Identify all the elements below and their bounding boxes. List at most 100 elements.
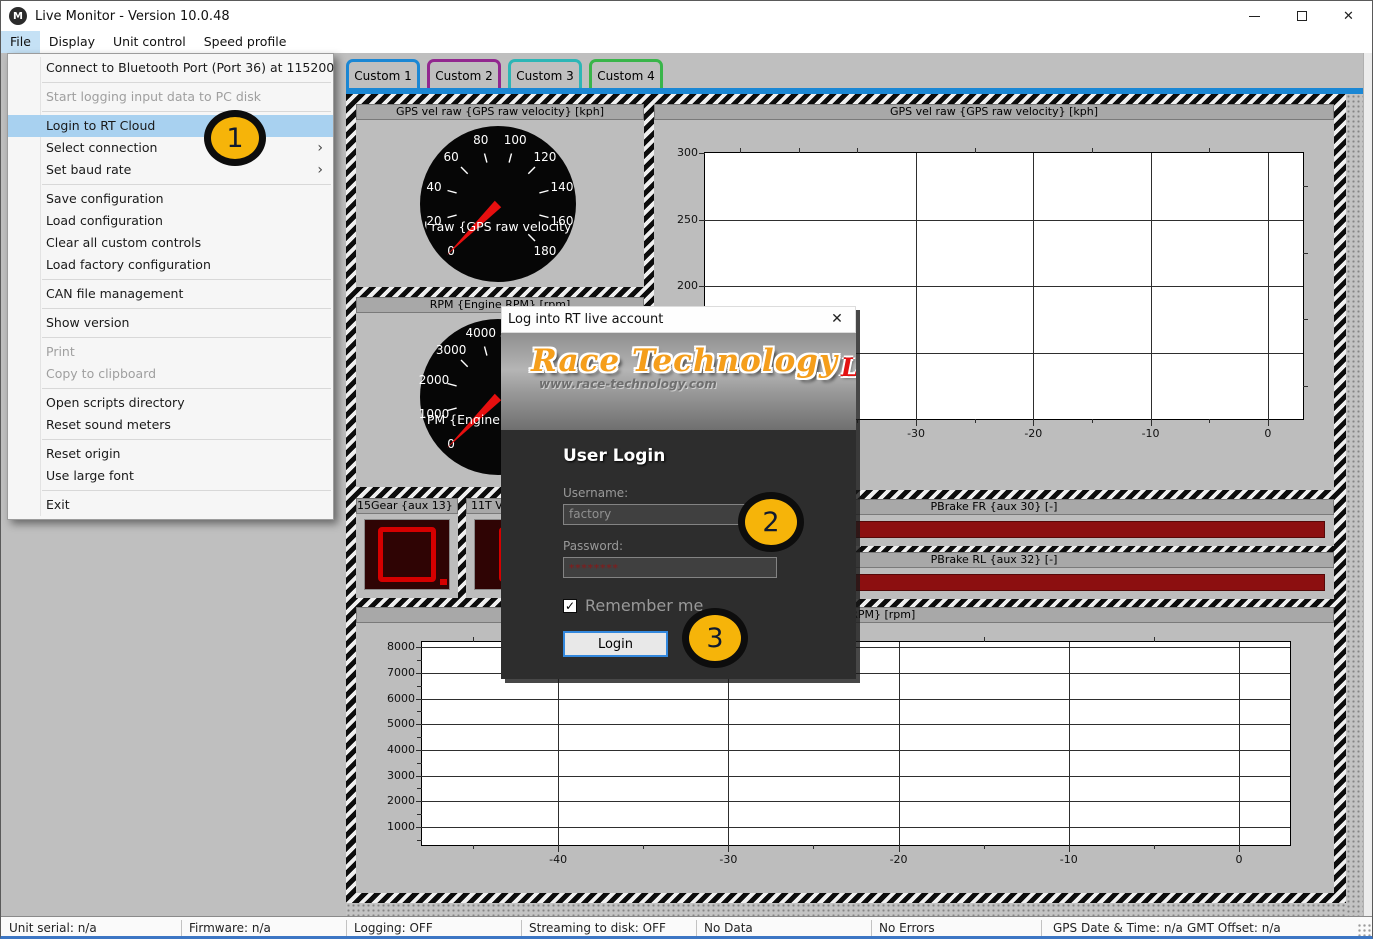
menubar-item-file[interactable]: File — [1, 31, 40, 53]
file-menu-item-save-configuration[interactable]: Save configuration — [8, 188, 333, 210]
file-menu-item-clear-all-custom-controls[interactable]: Clear all custom controls — [8, 232, 333, 254]
right-scrollbar[interactable] — [1363, 53, 1373, 916]
segment-digit-zero — [378, 527, 437, 582]
svg-text:60: 60 — [443, 150, 458, 164]
menu-separator — [42, 279, 331, 280]
file-menu-item-select-connection[interactable]: Select connection› — [8, 137, 333, 159]
dialog-close-button[interactable]: ✕ — [825, 307, 849, 332]
remember-me-checkbox[interactable]: ✓ — [563, 599, 577, 613]
x-tick-label: -20 — [1009, 427, 1057, 440]
file-menu-item-reset-origin[interactable]: Reset origin — [8, 443, 333, 465]
file-menu-item-set-baud-rate[interactable]: Set baud rate› — [8, 159, 333, 181]
segment-decimal-point — [440, 579, 447, 585]
minimize-button[interactable] — [1231, 1, 1278, 31]
file-menu: Connect to Bluetooth Port (Port 36) at 1… — [7, 53, 334, 520]
file-menu-item-open-scripts-directory[interactable]: Open scripts directory — [8, 392, 333, 414]
status-cell-6: GPS Date & Time: n/a — [1053, 921, 1183, 935]
status-cell-7: GMT Offset: n/a — [1187, 921, 1281, 935]
svg-text:100: 100 — [504, 133, 527, 147]
close-button[interactable]: ✕ — [1325, 1, 1372, 31]
file-menu-item-load-configuration[interactable]: Load configuration — [8, 210, 333, 232]
menubar-item-display[interactable]: Display — [40, 31, 104, 53]
file-menu-item-load-factory-configuration[interactable]: Load factory configuration — [8, 254, 333, 276]
brand-logo-live: Live — [841, 353, 856, 382]
title-bar: M Live Monitor - Version 10.0.48 ✕ — [1, 1, 1372, 31]
tab-custom-2[interactable]: Custom 2 — [427, 59, 501, 89]
file-menu-item-login-to-rt-cloud[interactable]: Login to RT Cloud — [8, 115, 333, 137]
password-label: Password: — [563, 539, 856, 553]
x-tick-label: -20 — [875, 853, 923, 866]
menu-bar: FileDisplayUnit controlSpeed profile — [1, 31, 1372, 53]
y-tick-label: 3000 — [375, 769, 415, 782]
file-menu-item-print[interactable]: Print — [8, 341, 333, 363]
status-cell-1: Firmware: n/a — [189, 921, 271, 935]
status-cell-4: No Data — [704, 921, 753, 935]
y-tick-label: 250 — [658, 213, 698, 226]
file-menu-item-start-logging-input-data-to-pc-disk[interactable]: Start logging input data to PC disk — [8, 86, 333, 108]
brand-logo: Race Technology — [531, 343, 838, 379]
file-menu-item-use-large-font[interactable]: Use large font — [8, 465, 333, 487]
svg-text:2000: 2000 — [419, 373, 450, 387]
menubar-item-speed-profile[interactable]: Speed profile — [195, 31, 296, 53]
svg-text:120: 120 — [533, 150, 556, 164]
gps-gauge-title: GPS vel raw {GPS raw velocity} [kph] — [356, 104, 644, 120]
gps-gauge[interactable]: 020406080100120140160180GPS vel raw {GPS… — [356, 120, 644, 287]
svg-text:3000: 3000 — [436, 343, 467, 357]
window-title: Live Monitor - Version 10.0.48 — [35, 9, 230, 24]
menu-separator — [42, 111, 331, 112]
gps-chart-title: GPS vel raw {GPS raw velocity} [kph] — [654, 104, 1334, 120]
login-dialog: Log into RT live account ✕ Race Technolo… — [501, 306, 856, 679]
x-tick-label: -10 — [1045, 853, 1093, 866]
maximize-icon — [1297, 11, 1307, 21]
dither-strip-right — [1346, 94, 1363, 916]
menu-separator — [42, 388, 331, 389]
file-menu-item-can-file-management[interactable]: CAN file management — [8, 283, 333, 305]
login-button[interactable]: Login — [563, 631, 668, 657]
y-tick-label: 8000 — [375, 640, 415, 653]
status-cell-3: Streaming to disk: OFF — [529, 921, 666, 935]
dialog-body: User Login Username: factory Password: *… — [501, 430, 856, 679]
step-badge-1: 1 — [204, 110, 266, 166]
status-cell-0: Unit serial: n/a — [9, 921, 97, 935]
menu-separator — [42, 439, 331, 440]
file-menu-item-exit[interactable]: Exit — [8, 494, 333, 516]
file-menu-item-show-version[interactable]: Show version — [8, 312, 333, 334]
user-login-heading: User Login — [563, 446, 856, 466]
menu-separator — [42, 184, 331, 185]
gps-gauge-panel: GPS vel raw {GPS raw velocity} [kph] 020… — [356, 104, 644, 287]
password-input[interactable]: ******** — [563, 557, 777, 578]
y-tick-label: 6000 — [375, 692, 415, 705]
step-badge-3: 3 — [682, 608, 748, 668]
y-tick-label: 7000 — [375, 666, 415, 679]
dialog-logo-header: Race TechnologyLive www.race-technology.… — [501, 333, 856, 430]
y-tick-label: 4000 — [375, 743, 415, 756]
x-tick-label: -30 — [704, 853, 752, 866]
app-window: M Live Monitor - Version 10.0.48 ✕ FileD… — [0, 0, 1373, 939]
tab-custom-1[interactable]: Custom 1 — [346, 59, 420, 89]
file-menu-item-reset-sound-meters[interactable]: Reset sound meters — [8, 414, 333, 436]
menu-separator — [42, 490, 331, 491]
step-badge-2: 2 — [738, 492, 804, 552]
svg-text:80: 80 — [473, 133, 488, 147]
maximize-button[interactable] — [1278, 1, 1325, 31]
y-tick-label: 1000 — [375, 820, 415, 833]
gear-display-panel: 15Gear {aux 13} [-] — [356, 498, 458, 598]
menubar-item-unit-control[interactable]: Unit control — [104, 31, 195, 53]
tab-custom-4[interactable]: Custom 4 — [589, 59, 663, 89]
svg-text:GPS vel raw {GPS raw velocity}: GPS vel raw {GPS raw velocity} [kph] — [380, 219, 616, 234]
gear-display-title: 15Gear {aux 13} [-] — [356, 498, 458, 514]
file-menu-item-copy-to-clipboard[interactable]: Copy to clipboard — [8, 363, 333, 385]
dialog-title-bar[interactable]: Log into RT live account ✕ — [501, 306, 856, 333]
remember-me-label: Remember me — [585, 596, 703, 615]
minimize-icon — [1249, 16, 1260, 17]
tab-custom-3[interactable]: Custom 3 — [508, 59, 582, 89]
status-divider — [1041, 920, 1042, 937]
file-menu-item-connect-to-bluetooth-port-port-36-at-115200[interactable]: Connect to Bluetooth Port (Port 36) at 1… — [8, 57, 333, 79]
status-divider — [181, 920, 182, 937]
resize-grip[interactable] — [1358, 924, 1372, 938]
dither-strip-bottom — [346, 903, 1346, 916]
username-label: Username: — [563, 486, 856, 500]
svg-text:40: 40 — [426, 180, 441, 194]
x-tick-label: -10 — [1127, 427, 1175, 440]
seven-segment-display — [364, 519, 450, 590]
